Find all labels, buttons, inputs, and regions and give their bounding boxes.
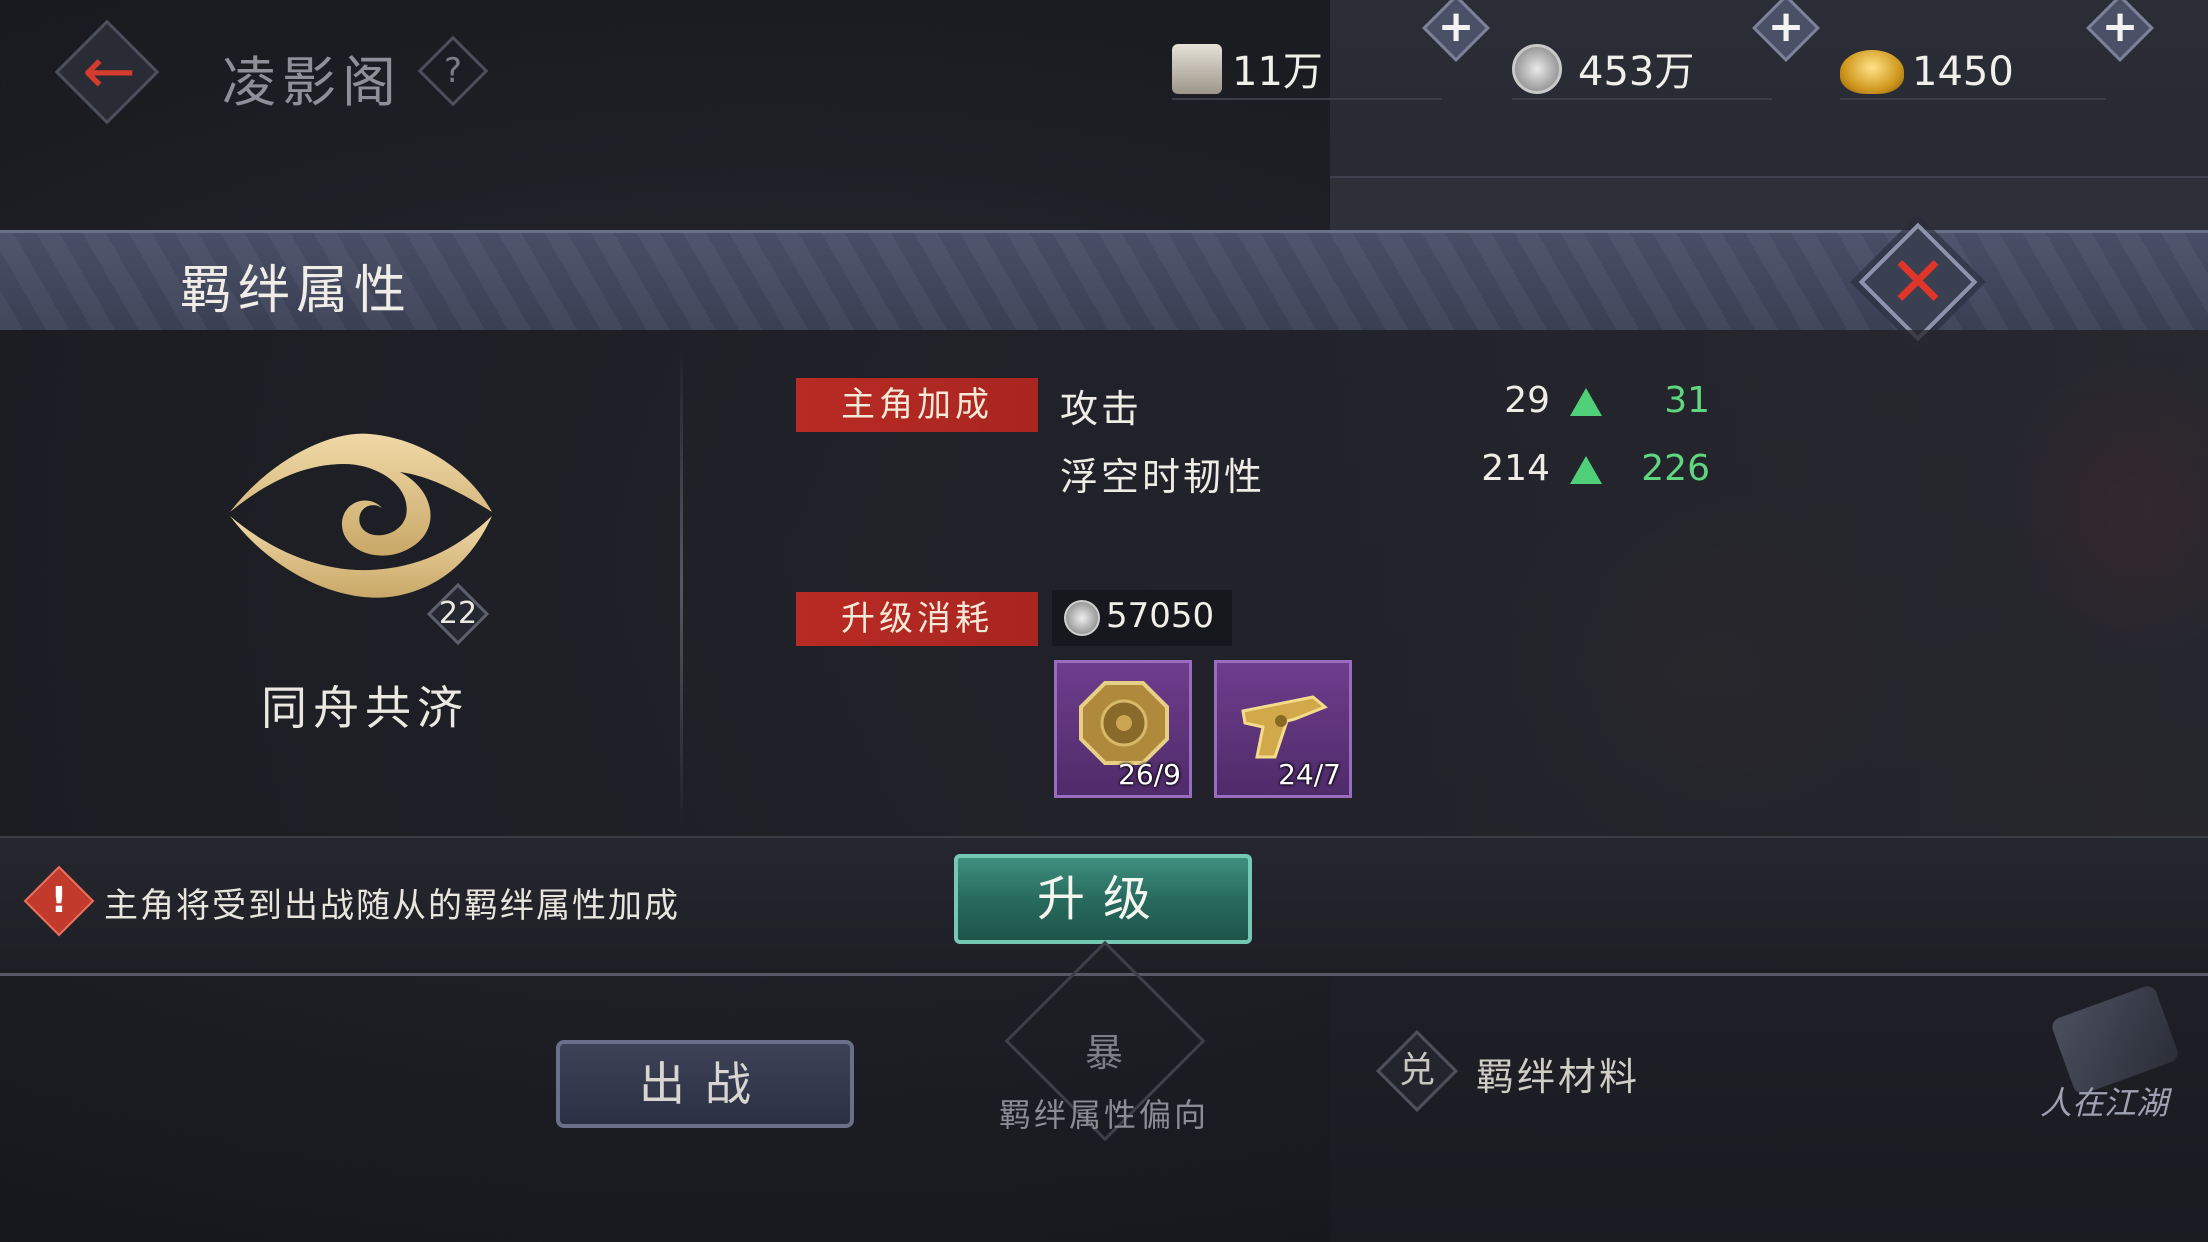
bond-name: 同舟共济 xyxy=(261,681,469,735)
top-bar: ← 凌影阁 ? 11万 + 453万 + 1450 + xyxy=(0,0,2208,150)
material-count: 26/9 xyxy=(1118,758,1181,791)
resource-gold: 1450 xyxy=(1840,44,2106,100)
corner-label[interactable]: 人在江湖 xyxy=(2040,1078,2168,1124)
warning-icon: ! xyxy=(50,880,68,921)
silver-coin-icon xyxy=(1064,600,1100,636)
gold-ingot-icon xyxy=(1840,50,1904,94)
stat-name: 浮空时韧性 xyxy=(1060,455,1266,499)
bonus-tag: 主角加成 xyxy=(796,378,1038,432)
upgrade-button[interactable]: 升级 xyxy=(954,854,1252,944)
vertical-divider xyxy=(680,345,683,825)
bond-emblem-icon xyxy=(230,433,492,598)
cost-tag: 升级消耗 xyxy=(796,592,1038,646)
material-slot[interactable]: 24/7 xyxy=(1214,660,1352,798)
plus-icon[interactable]: + xyxy=(2096,4,2144,52)
scroll-icon xyxy=(1172,44,1222,94)
back-arrow-icon[interactable]: ← xyxy=(74,40,144,104)
silver-coin-icon xyxy=(1512,44,1562,94)
resource-value: 453万 xyxy=(1578,49,1695,95)
bias-label: 羁绊属性偏向 xyxy=(998,1096,1209,1134)
plus-icon[interactable]: + xyxy=(1432,4,1480,52)
golden-pistol-icon xyxy=(1241,695,1328,759)
resource-silver: 453万 xyxy=(1512,44,1772,100)
close-icon[interactable]: ✕ xyxy=(1876,240,1960,324)
page-title: 凌影阁 xyxy=(222,51,402,114)
stat-next: 226 xyxy=(1641,448,1710,489)
stat-next: 31 xyxy=(1664,380,1710,421)
resource-scroll: 11万 xyxy=(1172,44,1442,100)
material-count: 24/7 xyxy=(1278,758,1341,791)
bond-materials-label[interactable]: 羁绊材料 xyxy=(1476,1046,1640,1101)
cost-value: 57050 xyxy=(1106,596,1215,636)
help-icon[interactable]: ? xyxy=(428,46,478,96)
stat-current: 29 xyxy=(1504,380,1550,421)
resource-value: 11万 xyxy=(1232,49,1323,95)
dialog-title: 羁绊属性 xyxy=(180,261,413,321)
stat-name: 攻击 xyxy=(1060,387,1143,431)
deploy-button[interactable]: 出战 xyxy=(556,1040,854,1128)
resource-value: 1450 xyxy=(1912,49,2014,95)
material-slot[interactable]: 26/9 xyxy=(1054,660,1192,798)
plus-icon[interactable]: + xyxy=(1762,4,1810,52)
background-panel xyxy=(1330,176,2208,236)
crit-bias-icon: 暴 xyxy=(1084,1031,1123,1075)
hint-text: 主角将受到出战随从的羁绊属性加成 xyxy=(104,886,680,926)
bond-level: 22 xyxy=(438,596,478,631)
bronze-medallion-icon xyxy=(1079,681,1169,765)
exchange-icon[interactable]: 兑 xyxy=(1388,1042,1446,1100)
stat-current: 214 xyxy=(1481,448,1550,489)
